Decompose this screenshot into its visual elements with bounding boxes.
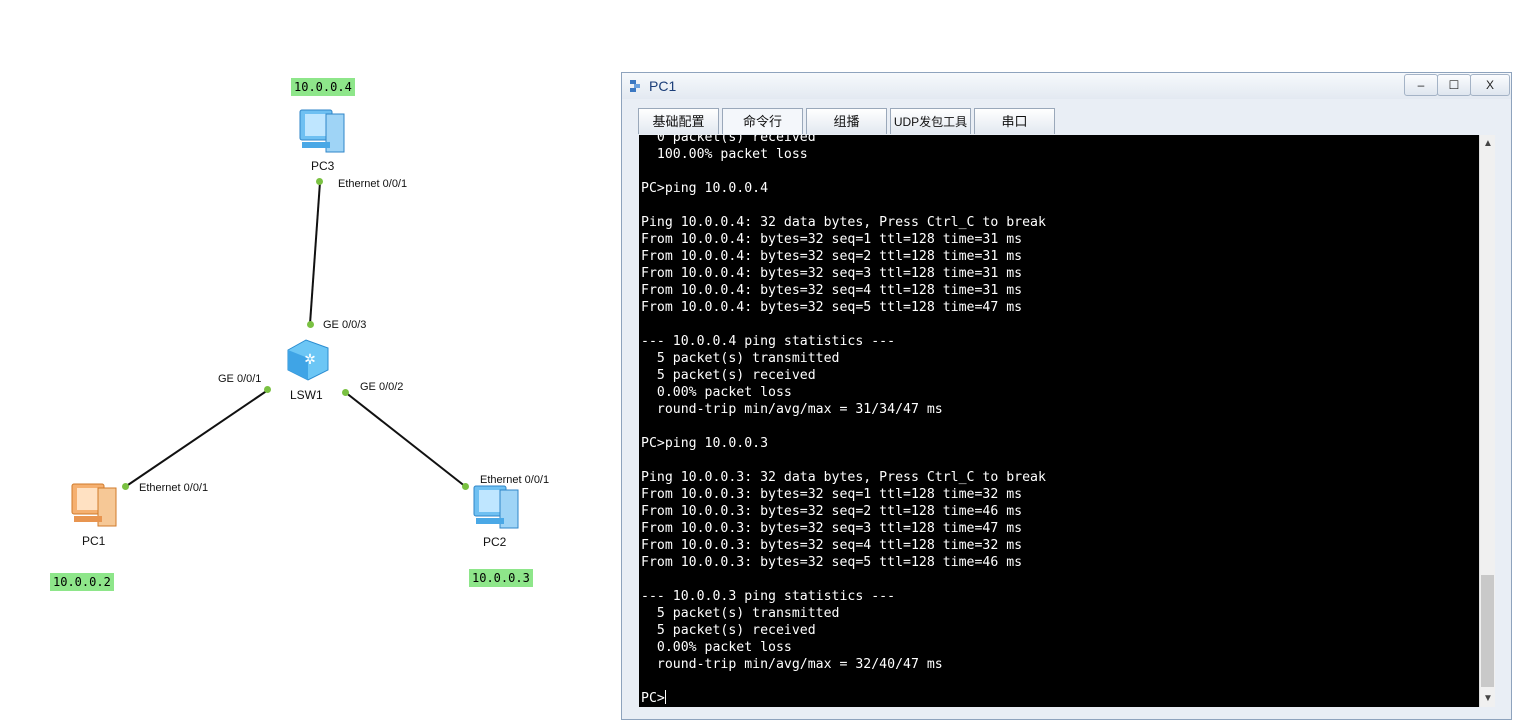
link-lsw1-pc2	[344, 391, 467, 488]
console-line: 5 packet(s) transmitted	[656, 606, 840, 621]
link-pc3-lsw1	[309, 181, 321, 325]
window-titlebar[interactable]: PC1 – ☐ X	[622, 73, 1511, 99]
text-cursor	[664, 690, 666, 704]
pc1-icon	[71, 483, 117, 527]
console-line: 5 packet(s) received	[656, 368, 816, 383]
minimize-button[interactable]: –	[1404, 74, 1438, 96]
console-line: 5 packet(s) transmitted	[656, 351, 840, 366]
tab-command-line[interactable]: 命令行	[722, 108, 803, 134]
port-dot	[264, 386, 271, 393]
pc1-ip-tag: 10.0.0.2	[50, 573, 114, 591]
pc2-label[interactable]: PC2	[483, 535, 506, 549]
lsw1-port-ge002: GE 0/0/2	[360, 381, 404, 393]
console-line: 0.00% packet loss	[656, 640, 792, 655]
console-line: round-trip min/avg/max = 32/40/47 ms	[656, 657, 943, 672]
lsw1-label[interactable]: LSW1	[290, 388, 323, 402]
pc2-ip-tag: 10.0.0.3	[469, 569, 533, 587]
window-title: PC1	[649, 78, 677, 94]
lsw1-port-ge001: GE 0/0/1	[218, 373, 262, 385]
console-prompt: PC>	[641, 691, 665, 706]
port-dot	[122, 483, 129, 490]
svg-text:✲: ✲	[304, 351, 316, 367]
console-output: 0 packet(s) received 100.00% packet loss…	[641, 135, 1046, 707]
pc1-port-label: Ethernet 0/0/1	[139, 482, 209, 494]
tab-udp-tool[interactable]: UDP发包工具	[890, 108, 971, 134]
console-line: 0.00% packet loss	[656, 385, 792, 400]
console-line: From 10.0.0.4: bytes=32 seq=5 ttl=128 ti…	[641, 300, 1023, 315]
console-line: PC>ping 10.0.0.3	[641, 436, 769, 451]
port-dot	[316, 178, 323, 185]
app-icon	[630, 80, 640, 92]
console-line: From 10.0.0.3: bytes=32 seq=5 ttl=128 ti…	[641, 555, 1023, 570]
command-console[interactable]: 0 packet(s) received 100.00% packet loss…	[639, 135, 1479, 707]
switch-icon: ✲	[287, 339, 329, 381]
pc3-ip-tag: 10.0.0.4	[291, 78, 355, 96]
console-line: PC>ping 10.0.0.4	[641, 181, 769, 196]
console-line: Ping 10.0.0.4: 32 data bytes, Press Ctrl…	[641, 215, 1046, 230]
port-dot	[342, 389, 349, 396]
lsw1-port-ge003: GE 0/0/3	[323, 319, 367, 331]
console-line: From 10.0.0.4: bytes=32 seq=3 ttl=128 ti…	[641, 266, 1023, 281]
scroll-down-icon[interactable]: ▼	[1483, 693, 1493, 704]
close-button[interactable]: X	[1470, 74, 1510, 96]
pc3-label[interactable]: PC3	[311, 159, 334, 173]
port-dot	[462, 483, 469, 490]
console-line: From 10.0.0.3: bytes=32 seq=4 ttl=128 ti…	[641, 538, 1023, 553]
console-line: From 10.0.0.3: bytes=32 seq=2 ttl=128 ti…	[641, 504, 1023, 519]
pc2-port-label: Ethernet 0/0/1	[480, 474, 550, 486]
console-line: From 10.0.0.4: bytes=32 seq=4 ttl=128 ti…	[641, 283, 1023, 298]
console-line: From 10.0.0.4: bytes=32 seq=1 ttl=128 ti…	[641, 232, 1023, 247]
console-line: From 10.0.0.4: bytes=32 seq=2 ttl=128 ti…	[641, 249, 1023, 264]
pc2-icon	[473, 485, 519, 529]
pc3-port-label: Ethernet 0/0/1	[338, 178, 408, 190]
console-line: --- 10.0.0.4 ping statistics ---	[641, 334, 896, 349]
tab-serial[interactable]: 串口	[974, 108, 1055, 134]
console-line: Ping 10.0.0.3: 32 data bytes, Press Ctrl…	[641, 470, 1046, 485]
topology-canvas[interactable]: ✲ 10.0.0.4 PC3 Ethernet 0/0/1 GE 0/0/3 G…	[0, 0, 610, 720]
pc1-label[interactable]: PC1	[82, 534, 105, 548]
tab-multicast[interactable]: 组播	[806, 108, 887, 134]
console-line: 100.00% packet loss	[656, 147, 808, 162]
scroll-up-icon[interactable]: ▲	[1483, 138, 1493, 149]
console-line: From 10.0.0.3: bytes=32 seq=3 ttl=128 ti…	[641, 521, 1023, 536]
console-scrollbar[interactable]: ▲ ▼	[1479, 135, 1495, 707]
pc1-window[interactable]: PC1 – ☐ X 基础配置 命令行 组播 UDP发包工具 串口 0 packe…	[621, 72, 1512, 720]
console-line: --- 10.0.0.3 ping statistics ---	[641, 589, 896, 604]
console-line: From 10.0.0.3: bytes=32 seq=1 ttl=128 ti…	[641, 487, 1023, 502]
maximize-button[interactable]: ☐	[1437, 74, 1471, 96]
console-line: 5 packet(s) received	[656, 623, 816, 638]
topology-links: ✲	[71, 109, 519, 529]
tab-basic-config[interactable]: 基础配置	[638, 108, 719, 134]
console-line: 0 packet(s) received	[656, 135, 816, 145]
pc3-icon	[299, 109, 345, 153]
port-dot	[307, 321, 314, 328]
scroll-thumb[interactable]	[1481, 575, 1494, 687]
console-line: round-trip min/avg/max = 31/34/47 ms	[656, 402, 943, 417]
link-lsw1-pc1	[124, 389, 269, 488]
